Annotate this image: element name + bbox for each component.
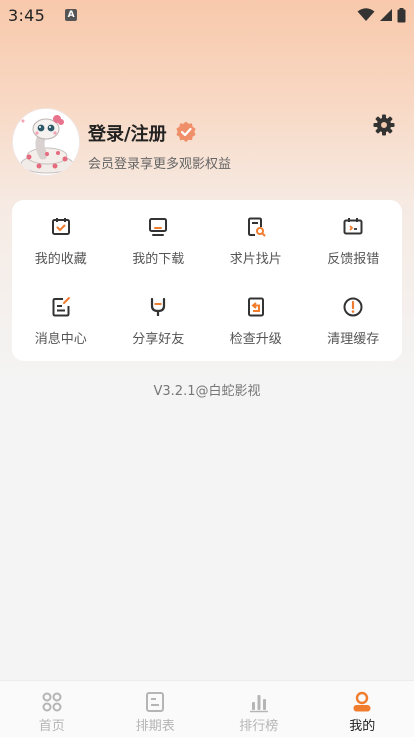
feedback-icon	[343, 217, 363, 234]
tab-label: 首页	[38, 719, 65, 734]
verified-badge-icon	[176, 121, 196, 143]
wifi-icon	[357, 8, 375, 21]
tab-label: 我的	[349, 719, 376, 734]
grid-item-download[interactable]: 我的下载	[110, 201, 208, 281]
notification-icon: A	[65, 9, 78, 21]
tab-profile[interactable]: 我的	[311, 681, 414, 737]
grid-label: 检查升级	[229, 331, 282, 347]
tab-home[interactable]: 首页	[0, 681, 104, 737]
grid-label: 分享好友	[132, 331, 185, 347]
message-icon	[52, 296, 70, 316]
gear-icon[interactable]	[372, 113, 396, 137]
version-text: V3.2.1@白蛇影视	[153, 384, 261, 399]
clear-cache-icon	[343, 297, 363, 316]
bottom-tab-bar: 首页 排期表 排行榜 我的	[0, 680, 414, 737]
function-grid: 我的收藏 我的下载 求片找片 反馈报错 消息中心 分享好友 检查升级 清理缓存	[12, 200, 402, 361]
grid-item-message[interactable]: 消息中心	[12, 281, 110, 361]
download-icon	[149, 217, 168, 236]
schedule-icon	[146, 692, 165, 712]
tab-label: 排行榜	[239, 719, 279, 734]
status-icons	[357, 7, 406, 23]
grid-label: 我的收藏	[34, 251, 87, 267]
status-time: 3:45	[8, 5, 46, 25]
grid-label: 我的下载	[132, 251, 185, 267]
upgrade-icon	[247, 297, 264, 316]
grid-label: 消息中心	[34, 331, 87, 347]
battery-icon	[397, 7, 406, 22]
profile-header[interactable]: 登录/注册 会员登录享更多观影权益	[12, 108, 402, 178]
profile-icon	[353, 691, 371, 712]
status-bar: 3:45 A	[0, 0, 414, 30]
grid-item-search-film[interactable]: 求片找片	[207, 201, 305, 281]
home-icon	[42, 692, 62, 712]
grid-item-share[interactable]: 分享好友	[110, 281, 208, 361]
grid-item-favorites[interactable]: 我的收藏	[12, 201, 110, 281]
tab-label: 排期表	[135, 719, 175, 734]
login-register-title[interactable]: 登录/注册	[88, 120, 167, 146]
grid-label: 清理缓存	[327, 331, 380, 347]
ranking-icon	[249, 695, 268, 713]
signal-icon	[380, 9, 392, 21]
favorites-icon	[51, 217, 70, 235]
grid-item-clear-cache[interactable]: 清理缓存	[305, 281, 403, 361]
grid-label: 求片找片	[229, 251, 282, 267]
tab-ranking[interactable]: 排行榜	[207, 681, 311, 737]
share-icon	[151, 297, 166, 316]
snake-avatar-icon[interactable]	[12, 108, 80, 176]
grid-item-feedback[interactable]: 反馈报错	[305, 201, 403, 281]
tab-schedule[interactable]: 排期表	[104, 681, 208, 737]
search-film-icon	[247, 217, 266, 236]
grid-label: 反馈报错	[327, 251, 380, 267]
login-subtitle: 会员登录享更多观影权益	[88, 157, 232, 172]
grid-item-upgrade[interactable]: 检查升级	[207, 281, 305, 361]
